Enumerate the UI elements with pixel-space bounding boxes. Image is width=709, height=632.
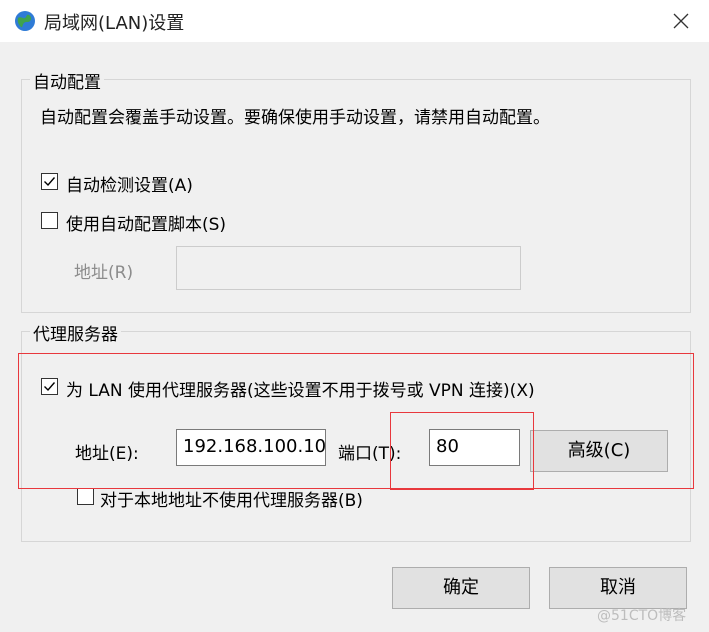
window-title: 局域网(LAN)设置	[44, 13, 185, 34]
cancel-button[interactable]: 取消	[549, 567, 687, 609]
auto-config-legend: 自动配置	[30, 68, 104, 93]
ok-button[interactable]: 确定	[392, 567, 530, 609]
port-highlight-box	[390, 412, 534, 490]
use-script-label[interactable]: 使用自动配置脚本(S)	[66, 210, 226, 235]
bypass-local-label[interactable]: 对于本地地址不使用代理服务器(B)	[100, 486, 363, 511]
use-script-checkbox[interactable]	[41, 212, 58, 229]
globe-network-icon	[14, 10, 36, 32]
auto-detect-checkbox[interactable]	[41, 173, 58, 190]
auto-config-description: 自动配置会覆盖手动设置。要确保使用手动设置，请禁用自动配置。	[40, 108, 550, 128]
watermark-text: @51CTO博客	[597, 608, 687, 624]
bypass-local-checkbox[interactable]	[77, 488, 94, 505]
proxy-settings-highlight-box	[18, 353, 694, 489]
script-address-label: 地址(R)	[74, 263, 134, 283]
script-address-field[interactable]	[176, 246, 521, 290]
checkmark-icon	[44, 177, 56, 187]
auto-detect-label[interactable]: 自动检测设置(A)	[66, 171, 193, 196]
proxy-server-legend: 代理服务器	[30, 320, 121, 345]
close-icon	[673, 13, 689, 29]
close-button[interactable]	[662, 6, 700, 36]
